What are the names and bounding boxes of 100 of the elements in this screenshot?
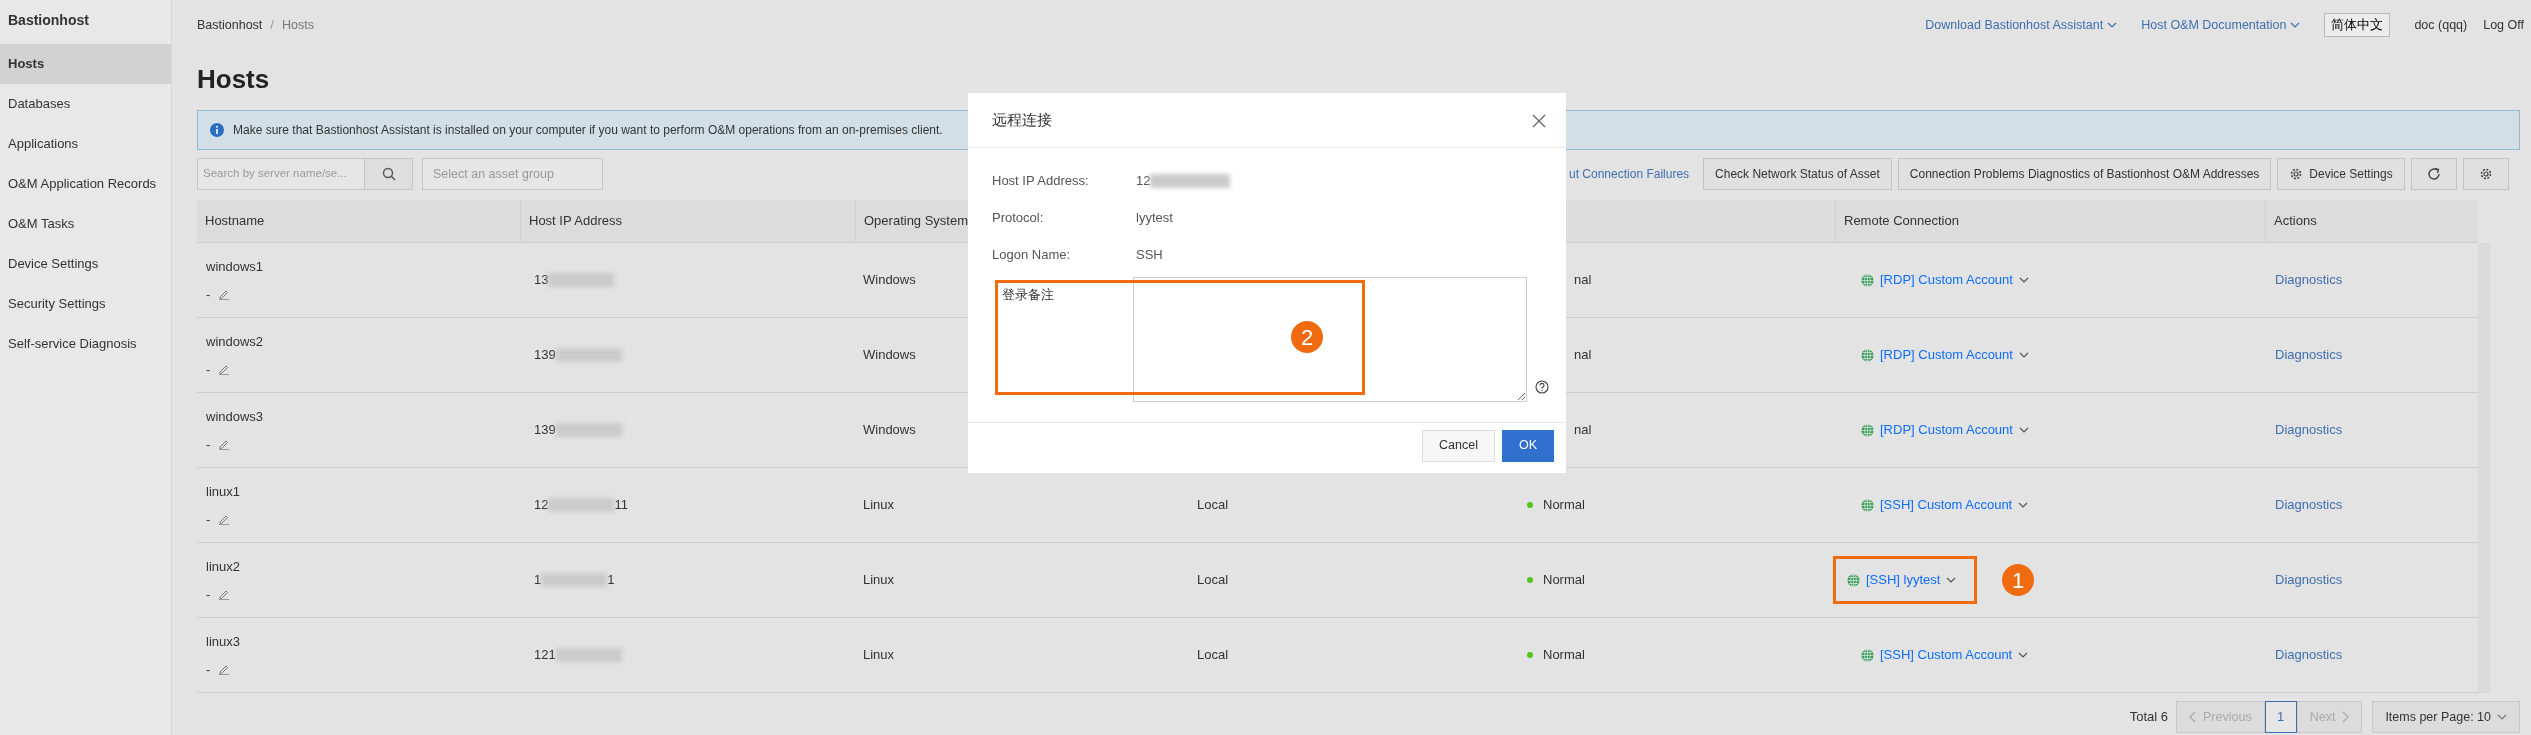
alert-text: Make sure that Bastionhost Assistant is installed on your computer if you want to perform O&M operations from an on-premises client. [233,122,943,139]
ip-address: 13 [534,270,615,290]
pencil-icon[interactable] [218,588,231,601]
remark-text: - [206,660,211,679]
diagnostics-link[interactable]: Diagnostics [2275,345,2343,365]
column-header: Actions [2274,212,2317,231]
asset-group-select[interactable]: Select an asset group [422,158,603,190]
hostname-text: linux2 [206,558,240,576]
status-text: Normal [1543,496,1585,515]
hostname-text: windows3 [206,408,264,426]
globe-icon [1861,648,1874,662]
note-textarea[interactable] [1133,277,1527,402]
remark-text: - [206,510,211,529]
hostname-text: linux3 [206,633,240,651]
sidebar-item[interactable]: Device Settings [0,244,171,284]
remote-connection-dropdown[interactable]: [SSH] Custom Account [1847,645,2043,665]
ok-button[interactable]: OK [1501,429,1554,462]
refresh-button[interactable] [2410,158,2457,190]
remote-connection-dropdown[interactable]: [SSH] Custom Account [1847,495,2043,515]
help-icon [1535,380,1549,394]
sidebar-item[interactable]: Databases [0,84,171,124]
chevron-icon [2189,711,2198,723]
toolbar-button[interactable]: Connection Problems Diagnostics of Bastionhost O&M Addresses [1897,158,2272,190]
remark-text: - [206,585,211,604]
annotation-marker: 1 [2002,564,2034,596]
cancel-button[interactable]: Cancel [1422,429,1495,462]
breadcrumb-item: Hosts [281,16,314,34]
page-number[interactable]: 1 [2264,701,2297,733]
globe-icon [1861,348,1874,362]
hostname-text: windows1 [206,258,264,276]
breadcrumb-item[interactable]: Bastionhost [197,15,263,35]
device-settings-button[interactable]: Device Settings [2277,158,2405,190]
ip-address: 121 [534,645,622,665]
dropdown-link[interactable]: Download Bastionhost Assistant [1925,15,2118,35]
chevron-icon [2341,711,2350,723]
logout-link[interactable]: Log Off [2483,15,2524,35]
search-icon [381,167,396,181]
status-text: Normal [1543,571,1585,590]
info-icon [210,123,224,137]
user-name: doc (qqq) [2414,16,2468,34]
sidebar-item[interactable]: Applications [0,124,171,164]
status-text: nal [1574,346,1592,365]
globe-icon [1861,423,1874,437]
remark-text: - [206,435,211,454]
os-text: Linux [863,571,895,590]
pencil-icon[interactable] [218,513,231,526]
diagnostics-link[interactable]: Diagnostics [2275,645,2343,665]
status-text: nal [1574,271,1592,290]
pencil-icon[interactable] [218,663,231,676]
ip-address: 12 11 [534,496,628,515]
field-value: SSH [1136,245,1163,264]
status-text: Normal [1543,646,1585,665]
remote-connection-dropdown[interactable]: [RDP] Custom Account [1847,345,2043,365]
globe-icon [1847,573,1860,587]
column-header: Remote Connection [1844,212,1959,231]
search-button[interactable] [365,158,413,190]
toolbar-button[interactable]: Check Network Status of Asset [1703,158,1892,190]
sidebar-item[interactable]: Security Settings [0,284,171,324]
chevron-icon [1946,575,1957,585]
sidebar-item[interactable]: Hosts [0,44,171,84]
diagnostics-link[interactable]: Diagnostics [2275,570,2343,590]
ip-address: 139 [534,420,622,440]
language-button[interactable]: 简体中文 [2324,12,2391,38]
remote-connection-dropdown[interactable]: [RDP] Custom Account [1847,420,2043,440]
sidebar-title: Bastionhost [7,11,90,30]
field-value: lyytest [1136,208,1173,227]
dropdown-link[interactable]: Host O&M Documentation [2141,15,2301,35]
pencil-icon[interactable] [218,363,231,376]
diagnostics-link[interactable]: Diagnostics [2275,270,2343,290]
page-size-select[interactable]: Items per Page: 10 [2372,701,2520,733]
os-text: Windows [863,421,916,440]
chevron-icon [2290,20,2301,30]
field-value: 12 [1136,170,1231,191]
os-text: Windows [863,271,916,290]
sidebar-item[interactable]: O&M Tasks [0,204,171,244]
connection-failures-link[interactable]: ut Connection Failures [1569,165,1690,183]
gear-icon [2478,167,2493,181]
field-label: 登录备注 [1002,287,1054,302]
pencil-icon[interactable] [218,438,231,451]
total-count: Total 6 [2129,708,2169,727]
search-field[interactable]: Search by server name/se... [197,158,365,190]
diagnostics-link[interactable]: Diagnostics [2275,420,2343,440]
page-title: Hosts [197,63,271,96]
chevron-icon [2018,650,2029,660]
diagnostics-link[interactable]: Diagnostics [2275,495,2343,515]
globe-icon [1861,273,1874,287]
pencil-icon[interactable] [218,288,231,301]
network-text: Local [1197,571,1229,590]
column-header: Hostname [205,212,265,231]
remark-text: - [206,285,211,304]
field-label: Protocol: [992,208,1045,227]
sidebar-item[interactable]: Self-service Diagnosis [0,324,171,364]
sidebar-item[interactable]: O&M Application Records [0,164,171,204]
remote-connection-dropdown[interactable]: [SSH] lyytest [1833,556,1978,604]
column-header: Host IP Address [529,212,622,231]
status-text: nal [1574,421,1592,440]
settings-button[interactable] [2462,158,2509,190]
remote-connection-dropdown[interactable]: [RDP] Custom Account [1847,270,2043,290]
field-label: Host IP Address: [992,171,1090,190]
chevron-icon [2018,425,2029,435]
